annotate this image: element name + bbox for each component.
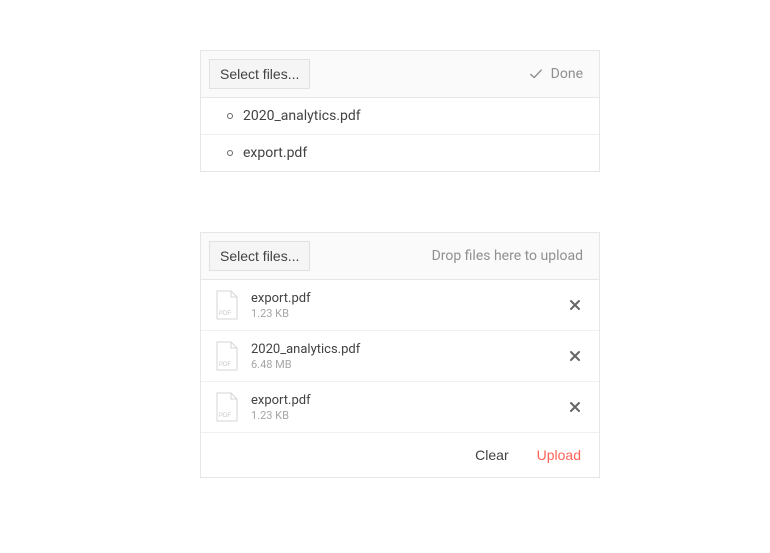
done-label: Done bbox=[551, 66, 583, 82]
pdf-file-icon: PDF bbox=[215, 392, 239, 422]
file-size: 1.23 KB bbox=[251, 409, 553, 422]
file-name: 2020_analytics.pdf bbox=[243, 108, 361, 124]
file-list: PDF export.pdf 1.23 KB PDF 2020_analytic… bbox=[201, 280, 599, 433]
list-item[interactable]: export.pdf bbox=[201, 135, 599, 171]
clear-button[interactable]: Clear bbox=[475, 447, 508, 463]
dropzone-hint: Drop files here to upload bbox=[432, 248, 591, 264]
upload-header: Select files... Done bbox=[201, 51, 599, 98]
list-item[interactable]: 2020_analytics.pdf bbox=[201, 98, 599, 135]
remove-file-button[interactable] bbox=[565, 346, 585, 366]
pdf-file-icon: PDF bbox=[215, 341, 239, 371]
checkmark-icon bbox=[529, 67, 543, 81]
file-size: 6.48 MB bbox=[251, 358, 553, 371]
upload-widget-pending: Select files... Drop files here to uploa… bbox=[200, 232, 600, 478]
done-status: Done bbox=[529, 66, 591, 82]
file-name: export.pdf bbox=[251, 393, 553, 408]
svg-text:PDF: PDF bbox=[219, 311, 231, 317]
list-item: PDF export.pdf 1.23 KB bbox=[201, 280, 599, 331]
list-item: PDF export.pdf 1.23 KB bbox=[201, 382, 599, 433]
select-files-button[interactable]: Select files... bbox=[209, 241, 310, 271]
upload-footer: Clear Upload bbox=[201, 433, 599, 477]
upload-header[interactable]: Select files... Drop files here to uploa… bbox=[201, 233, 599, 280]
upload-widget-done: Select files... Done 2020_analytics.pdf … bbox=[200, 50, 600, 172]
svg-text:PDF: PDF bbox=[219, 413, 231, 419]
select-files-button[interactable]: Select files... bbox=[209, 59, 310, 89]
status-dot-icon bbox=[227, 150, 233, 156]
file-name: export.pdf bbox=[251, 291, 553, 306]
file-name: export.pdf bbox=[243, 145, 307, 161]
list-item: PDF 2020_analytics.pdf 6.48 MB bbox=[201, 331, 599, 382]
remove-file-button[interactable] bbox=[565, 295, 585, 315]
svg-text:PDF: PDF bbox=[219, 362, 231, 368]
upload-button[interactable]: Upload bbox=[537, 447, 581, 463]
file-list: 2020_analytics.pdf export.pdf bbox=[201, 98, 599, 171]
file-name: 2020_analytics.pdf bbox=[251, 342, 553, 357]
remove-file-button[interactable] bbox=[565, 397, 585, 417]
pdf-file-icon: PDF bbox=[215, 290, 239, 320]
file-size: 1.23 KB bbox=[251, 307, 553, 320]
status-dot-icon bbox=[227, 113, 233, 119]
